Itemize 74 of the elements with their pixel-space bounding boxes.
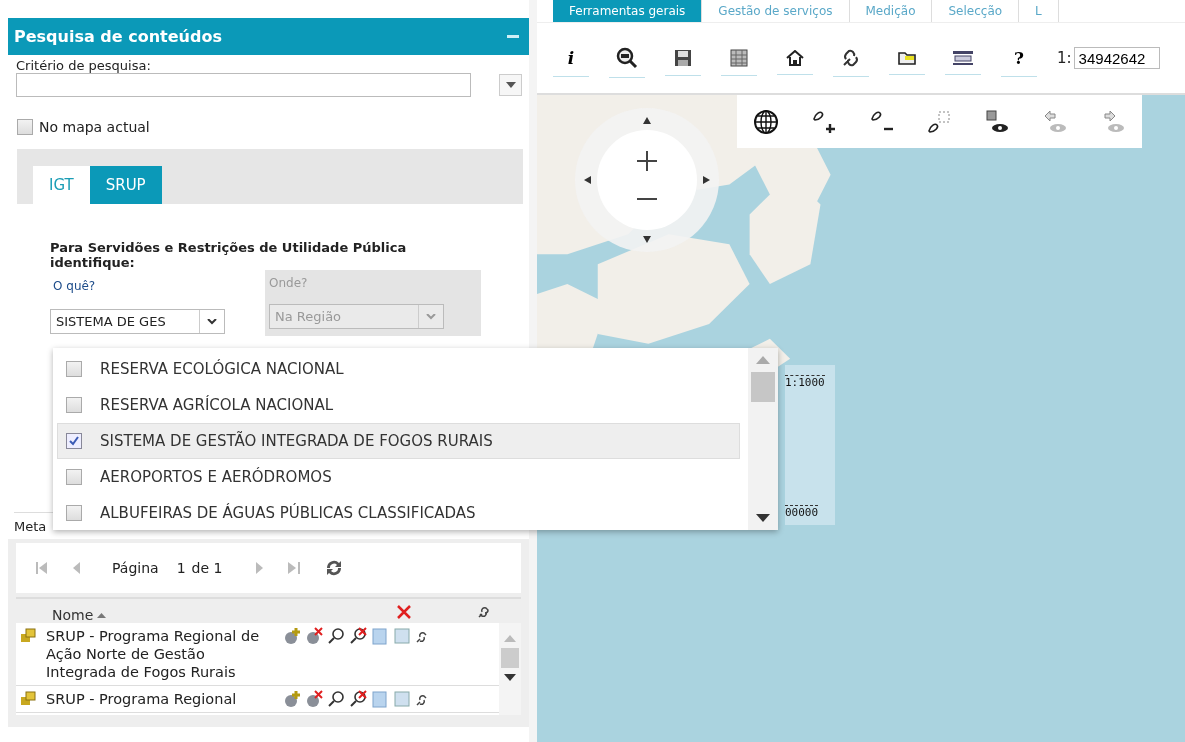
- page-label: Página: [112, 560, 159, 576]
- collapse-button[interactable]: [505, 32, 521, 41]
- scroll-down-icon[interactable]: [504, 674, 516, 681]
- add-layer-icon[interactable]: [283, 690, 301, 708]
- scrollbar[interactable]: [499, 623, 521, 715]
- remove-layer-icon[interactable]: [305, 690, 323, 708]
- option-label: SISTEMA DE GESTÃO INTEGRADA DE FOGOS RURAIS: [100, 432, 493, 450]
- layers-icon: [20, 690, 38, 706]
- shape-extent-icon[interactable]: [926, 108, 953, 135]
- scroll-thumb[interactable]: [501, 648, 519, 668]
- select-field[interactable]: SISTEMA DE GES: [50, 309, 225, 334]
- scroll-thumb[interactable]: [751, 372, 775, 402]
- dropdown-option[interactable]: RESERVA AGRÍCOLA NACIONAL: [57, 387, 740, 423]
- globe-icon[interactable]: [752, 108, 779, 135]
- chevron-icon: [207, 318, 217, 325]
- dropdown-option[interactable]: AEROPORTOS E AERÓDROMOS: [57, 459, 740, 495]
- dropdown-option[interactable]: ALBUFEIRAS DE ÁGUAS PÚBLICAS CLASSIFICADAS: [57, 495, 740, 531]
- search-field[interactable]: [16, 73, 471, 97]
- sort-ascending-icon: [97, 612, 107, 618]
- scale-field[interactable]: 34942642: [1073, 47, 1160, 69]
- option-label: RESERVA AGRÍCOLA NACIONAL: [100, 396, 334, 414]
- link-icon[interactable]: [476, 604, 492, 620]
- zoom-remove-icon[interactable]: [349, 627, 367, 645]
- checkbox[interactable]: [66, 433, 82, 449]
- dropdown-option[interactable]: SISTEMA DE GESTÃO INTEGRADA DE FOGOS RURAIS: [57, 423, 740, 459]
- option-label: AEROPORTOS E AERÓDROMOS: [100, 468, 332, 486]
- option-label: ALBUFEIRAS DE ÁGUAS PÚBLICAS CLASSIFICADAS: [100, 504, 476, 522]
- checkbox[interactable]: [17, 119, 33, 135]
- table-cell-text: SRUP - Programa Regional: [46, 690, 238, 708]
- layer-visibility-icon[interactable]: [984, 108, 1011, 135]
- column-header[interactable]: Nome: [52, 607, 298, 623]
- scale-label: 1:1000: [785, 375, 825, 389]
- checkbox[interactable]: [66, 469, 82, 485]
- zoom-icon[interactable]: [327, 627, 345, 645]
- checkbox-label: No mapa actual: [39, 119, 150, 135]
- field-label: Critério de pesquisa:: [16, 58, 152, 73]
- scale-label: 00000: [785, 505, 819, 519]
- checkbox[interactable]: [66, 397, 82, 413]
- minus-icon: [507, 34, 519, 39]
- minus-icon: [637, 197, 657, 201]
- stacked-bars-icon: [952, 49, 974, 66]
- add-layer-icon[interactable]: [283, 627, 301, 645]
- chain-link-icon: [841, 47, 861, 68]
- scroll-down-icon[interactable]: [756, 514, 770, 522]
- table-cell: SRUP - Programa Regional de Ação Norte de Gestão Integrada de Fogos Rurais: [46, 627, 261, 681]
- field-label: O quê?: [53, 279, 97, 293]
- checkbox[interactable]: [66, 361, 82, 377]
- shape-add-icon[interactable]: [810, 108, 837, 135]
- layers-icon: [20, 627, 38, 643]
- dropdown-button[interactable]: [499, 74, 522, 96]
- magnifier-icon: [616, 46, 638, 69]
- info-button[interactable]: i: [553, 39, 589, 77]
- option-label: RESERVA ECOLÓGICA NACIONAL: [100, 360, 344, 378]
- panel-title: Pesquisa de conteúdos: [14, 27, 222, 46]
- page-count: de 1: [191, 560, 223, 576]
- field-label: Onde?: [269, 276, 309, 290]
- section-label: Meta: [14, 518, 47, 534]
- scrollbar[interactable]: [748, 348, 778, 530]
- dropdown-option[interactable]: RESERVA ECOLÓGICA NACIONAL: [57, 351, 740, 387]
- scale-label: 1:: [1057, 49, 1072, 67]
- table-icon: [730, 48, 748, 67]
- plus-icon: [637, 151, 657, 171]
- zoom-remove-icon[interactable]: [349, 690, 367, 708]
- home-icon: [786, 49, 804, 66]
- zoom-icon[interactable]: [327, 690, 345, 708]
- caret-icon: [505, 82, 516, 88]
- checkbox[interactable]: [66, 505, 82, 521]
- folder-icon: [897, 49, 917, 66]
- remove-layer-icon[interactable]: [305, 627, 323, 645]
- help-button[interactable]: ?: [1001, 39, 1037, 77]
- delete-icon[interactable]: [396, 604, 412, 620]
- page-field[interactable]: 1: [176, 560, 186, 576]
- chevron-icon: [426, 313, 436, 320]
- form-prompt: Para Servidões e Restrições de Utilidade Pública identifique:: [50, 240, 408, 270]
